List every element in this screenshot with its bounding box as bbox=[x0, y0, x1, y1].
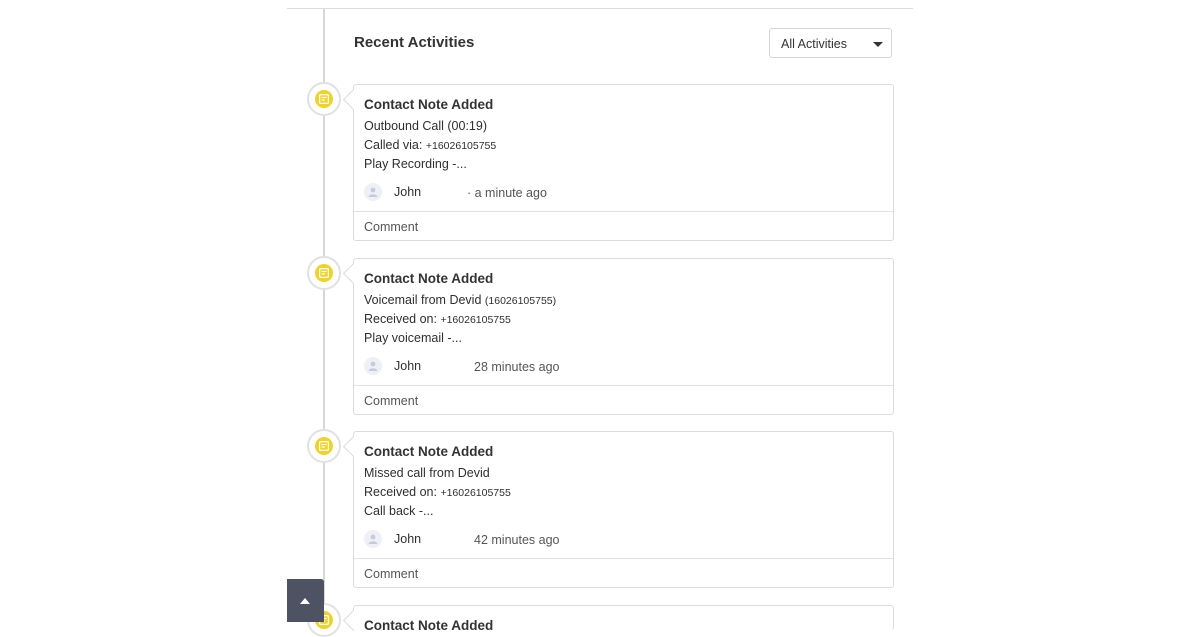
card-divider bbox=[354, 558, 893, 559]
user-name: John bbox=[394, 185, 422, 199]
activity-line: Called via: +16026105755 bbox=[364, 138, 496, 152]
caret-up-icon bbox=[300, 598, 310, 604]
user-name: John bbox=[394, 359, 422, 373]
timeline-note-icon bbox=[307, 82, 341, 116]
phone-number: (16026105755) bbox=[484, 295, 557, 307]
activity-line: Missed call from Devid bbox=[364, 466, 490, 480]
timestamp: 42 minutes ago bbox=[474, 533, 560, 547]
activity-text: Voicemail from Devid bbox=[364, 293, 482, 307]
phone-number: +16026105755 bbox=[440, 487, 511, 499]
filter-selected-value: All Activities bbox=[781, 37, 847, 51]
phone-number: +16026105755 bbox=[440, 314, 511, 326]
activity-line: Received on: +16026105755 bbox=[364, 485, 511, 499]
avatar bbox=[364, 183, 382, 201]
avatar bbox=[364, 530, 382, 548]
top-divider bbox=[287, 8, 913, 9]
activity-line: Outbound Call (00:19) bbox=[364, 119, 487, 133]
caret-down-icon bbox=[873, 42, 883, 47]
timestamp: · a minute ago bbox=[467, 186, 547, 200]
activity-card: Contact Note Added Outbound Call (00:19)… bbox=[353, 84, 894, 241]
activity-title: Contact Note Added bbox=[364, 271, 494, 286]
card-divider bbox=[354, 211, 893, 212]
activity-card: Contact Note Added Voicemail from Devid … bbox=[353, 258, 894, 415]
play-recording-link[interactable]: Play Recording -... bbox=[364, 157, 467, 171]
avatar bbox=[364, 357, 382, 375]
comment-button[interactable]: Comment bbox=[364, 220, 418, 234]
phone-number: +16026105755 bbox=[425, 140, 497, 152]
section-title: Recent Activities bbox=[354, 34, 475, 51]
user-name: John bbox=[394, 532, 422, 546]
timestamp: 28 minutes ago bbox=[474, 360, 560, 374]
activity-card: Contact Note Added Missed call from Devi… bbox=[353, 431, 894, 588]
card-divider bbox=[354, 385, 893, 386]
scroll-to-top-button[interactable] bbox=[287, 579, 324, 622]
activity-label: Received on: bbox=[364, 312, 437, 326]
timeline-note-icon bbox=[307, 429, 341, 463]
activity-title: Contact Note Added bbox=[364, 97, 494, 112]
activity-line: Received on: +16026105755 bbox=[364, 312, 511, 326]
activity-label: Received on: bbox=[364, 485, 437, 499]
activity-title: Contact Note Added bbox=[364, 444, 494, 459]
activity-label: Called via: bbox=[364, 138, 423, 152]
comment-button[interactable]: Comment bbox=[364, 567, 418, 581]
play-voicemail-link[interactable]: Play voicemail -... bbox=[364, 331, 462, 345]
activity-filter-dropdown[interactable]: All Activities bbox=[769, 28, 892, 58]
activity-card: Contact Note Added bbox=[353, 605, 894, 633]
call-back-link[interactable]: Call back -... bbox=[364, 504, 433, 518]
activity-title: Contact Note Added bbox=[364, 618, 494, 633]
comment-button[interactable]: Comment bbox=[364, 394, 418, 408]
timeline-note-icon bbox=[307, 256, 341, 290]
activity-line: Voicemail from Devid (16026105755) bbox=[364, 293, 556, 307]
